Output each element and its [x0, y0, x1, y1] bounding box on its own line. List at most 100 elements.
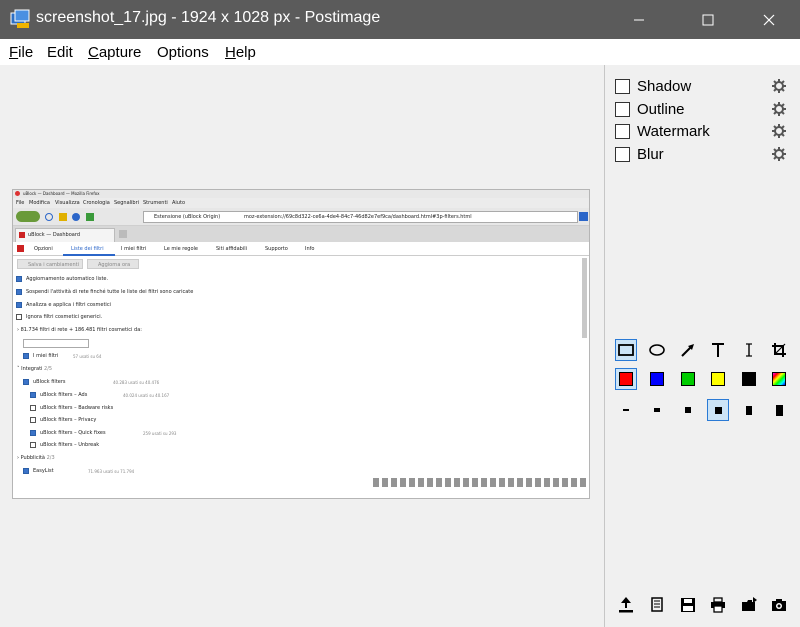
open-folder-button[interactable] [738, 594, 760, 616]
option-blur[interactable]: Blur [615, 145, 791, 165]
color-green[interactable] [677, 368, 699, 390]
puzzle-icon [579, 212, 588, 221]
size-1[interactable] [615, 399, 637, 421]
inner-tab-opzioni: Opzioni [34, 246, 53, 252]
save-button[interactable] [677, 594, 699, 616]
inner-tab-siti: Siti affidabili [216, 246, 247, 252]
menu-capture[interactable]: Capture [88, 44, 141, 61]
inner-page: Opzioni Liste dei filtri I miei filtri L… [13, 242, 589, 498]
active-tab-underline [63, 254, 115, 256]
text-cursor-icon [746, 343, 752, 357]
size-6-dot [775, 404, 783, 416]
inner-sublist: uBlock filters – Privacy [40, 417, 97, 423]
blur-checkbox[interactable] [615, 147, 630, 162]
option-watermark[interactable]: Watermark [615, 122, 791, 142]
size-4[interactable] [707, 399, 729, 421]
option-outline[interactable]: Outline [615, 100, 791, 120]
size-5[interactable] [738, 399, 760, 421]
copy-icon [651, 597, 663, 612]
inner-tab: uBlock — Dashboard [15, 228, 115, 242]
inner-group-builtin: ˅ Integrati 2/5 [17, 366, 53, 372]
menu-help[interactable]: Help [225, 44, 256, 61]
home-icon [59, 213, 67, 221]
inner-ublock-logo [17, 245, 24, 252]
minimize-icon [634, 19, 644, 20]
inner-checkbox [30, 405, 36, 411]
color-yellow[interactable] [707, 368, 729, 390]
text-tool[interactable] [707, 339, 729, 361]
green-swatch [681, 372, 695, 386]
copy-button[interactable] [646, 594, 668, 616]
image-canvas[interactable]: uBlock — Dashboard — Mozilla Firefox Fil… [0, 65, 604, 627]
size-2-dot [654, 408, 660, 412]
rainbow-swatch [772, 372, 786, 386]
inner-save-button: Salva i cambiamenti [17, 259, 83, 269]
maximize-icon [702, 14, 714, 25]
text-icon [712, 343, 724, 357]
inner-my-filters-count: 57 usati su 64 [73, 354, 102, 359]
print-icon [711, 597, 725, 613]
gear-icon[interactable] [771, 78, 787, 94]
inner-url-bar: Estensione (uBlock Origin) moz-extension… [143, 211, 578, 223]
close-button[interactable] [746, 0, 792, 39]
inner-checkbox [30, 392, 36, 398]
inner-checkbox [16, 302, 22, 308]
inner-line: Sospendi l'attività di rete finché tutte… [26, 289, 194, 295]
shadow-checkbox[interactable] [615, 79, 630, 94]
window-title: screenshot_17.jpg - 1924 x 1028 px - Pos… [36, 9, 381, 26]
inner-line: Analizza e applica i filtri cosmetici [26, 302, 111, 308]
screenshot-preview[interactable]: uBlock — Dashboard — Mozilla Firefox Fil… [12, 189, 590, 499]
text-cursor-tool[interactable] [738, 339, 760, 361]
firefox-icon [15, 191, 20, 196]
rectangle-icon [618, 344, 634, 356]
inner-sublist-count: 40.024 usati su 40.167 [123, 393, 170, 398]
inner-nav-bar: Estensione (uBlock Origin) moz-extension… [13, 208, 589, 226]
inner-easylist: EasyList [33, 468, 54, 474]
outline-label: Outline [637, 101, 685, 118]
menu-bar: File Edit Capture Options Help [0, 39, 800, 65]
inner-status-icons [373, 478, 588, 487]
inner-tab-miei-filtri: I miei filtri [121, 246, 147, 252]
gear-icon[interactable] [771, 123, 787, 139]
option-shadow[interactable]: Shadow [615, 77, 791, 97]
crop-icon [772, 343, 786, 357]
size-2[interactable] [646, 399, 668, 421]
inner-group-builtin-count: 2/5 [44, 366, 53, 372]
title-bar: screenshot_17.jpg - 1924 x 1028 px - Pos… [0, 0, 800, 39]
color-custom[interactable] [768, 368, 790, 390]
gear-icon[interactable] [771, 146, 787, 162]
upload-button[interactable] [615, 594, 637, 616]
menu-options[interactable]: Options [157, 44, 209, 61]
minimize-button[interactable] [616, 0, 662, 39]
inner-checkbox [23, 379, 29, 385]
bookmark-icon [86, 213, 94, 221]
inner-tab-strip: uBlock — Dashboard [13, 226, 589, 242]
inner-sublist: uBlock filters – Unbreak [40, 442, 100, 448]
watermark-checkbox[interactable] [615, 124, 630, 139]
color-blue[interactable] [646, 368, 668, 390]
size-1-dot [623, 409, 629, 411]
menu-file[interactable]: File [9, 44, 33, 61]
rectangle-tool[interactable] [615, 339, 637, 361]
crop-tool[interactable] [768, 339, 790, 361]
inner-scrollbar [582, 258, 587, 338]
maximize-button[interactable] [685, 0, 731, 39]
inner-tab-liste: Liste dei filtri [71, 246, 104, 252]
outline-checkbox[interactable] [615, 102, 630, 117]
inner-menu-file: File [16, 200, 25, 206]
color-black[interactable] [738, 368, 760, 390]
color-red[interactable] [615, 368, 637, 390]
menu-edit[interactable]: Edit [47, 44, 73, 61]
gear-icon[interactable] [771, 101, 787, 117]
size-3[interactable] [677, 399, 699, 421]
inner-ublock-filters-count: 40.283 usati su 40.476 [113, 380, 160, 385]
options-panel: Shadow Outline Watermark Blur [604, 65, 800, 627]
camera-button[interactable] [768, 594, 790, 616]
size-4-dot [714, 406, 722, 414]
inner-update-label: Aggiorna ora [98, 262, 131, 268]
size-6[interactable] [768, 399, 790, 421]
inner-sublist-count: 259 usati su 293 [143, 431, 177, 436]
arrow-tool[interactable] [677, 339, 699, 361]
ellipse-tool[interactable] [646, 339, 668, 361]
print-button[interactable] [707, 594, 729, 616]
